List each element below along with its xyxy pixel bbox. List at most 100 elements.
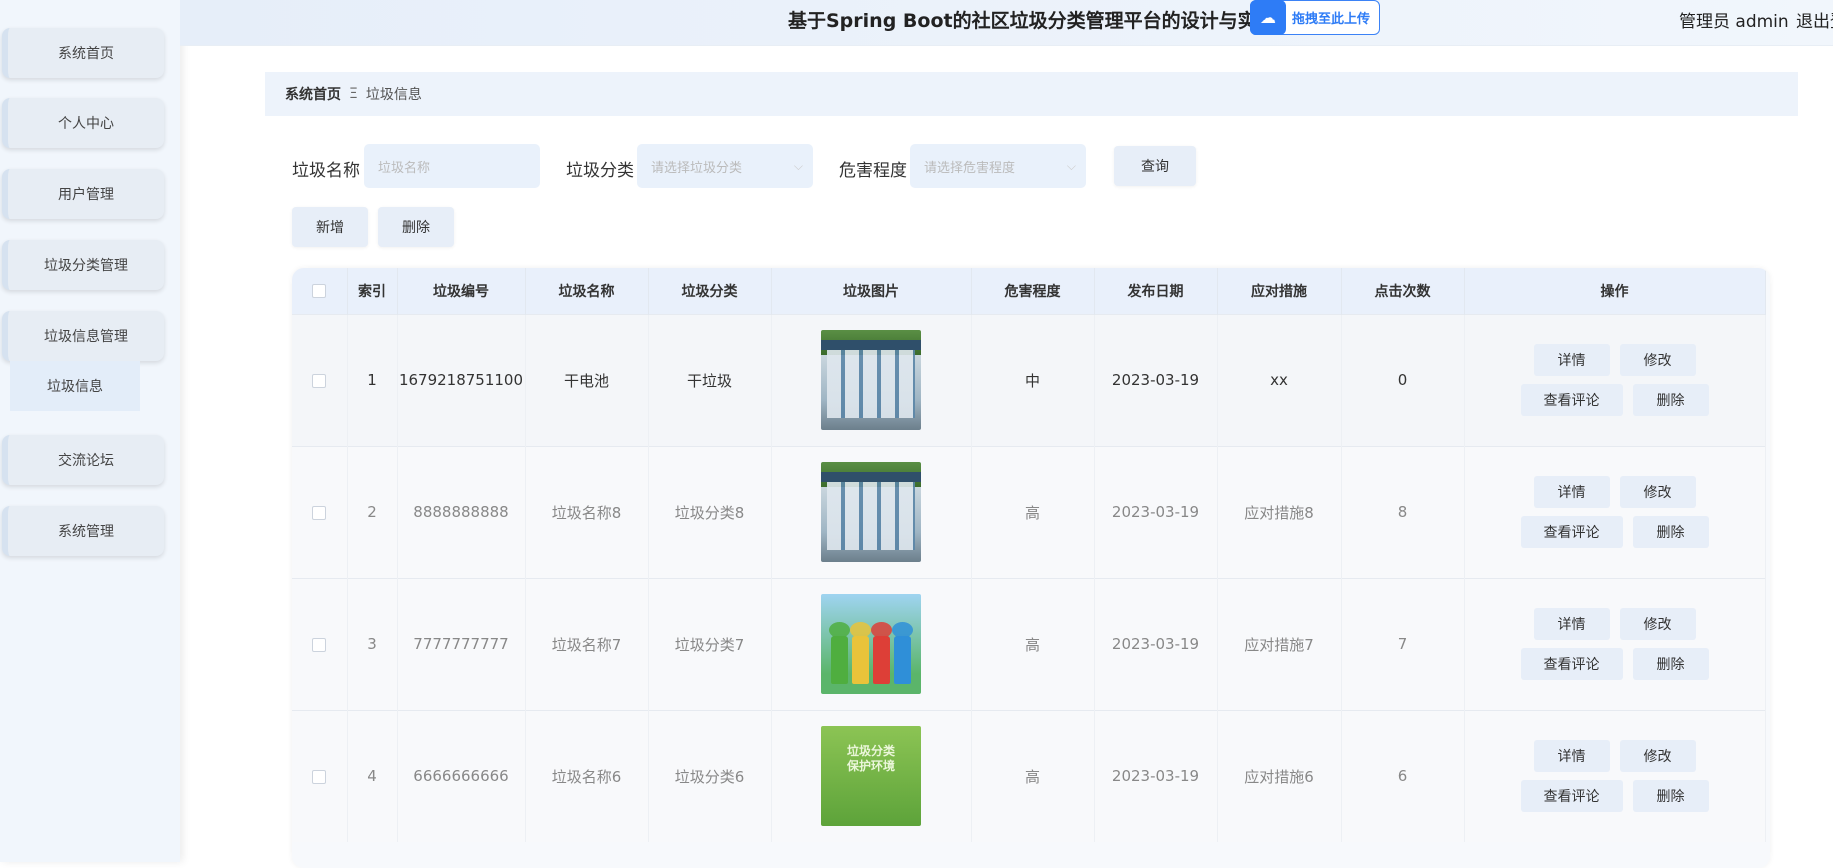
category-label: 垃圾分类 — [566, 161, 634, 181]
query-button[interactable]: 查询 — [1114, 146, 1196, 186]
index-cell: 3 — [347, 577, 398, 710]
name-cell: 垃圾名称6 — [525, 709, 649, 842]
detail-button[interactable]: 详情 — [1533, 608, 1610, 640]
row-delete-button[interactable]: 删除 — [1632, 384, 1709, 416]
cloud-icon: ☁ — [1250, 0, 1286, 35]
clicks-cell: 8 — [1341, 445, 1465, 578]
row-checkbox[interactable] — [312, 505, 327, 520]
code-cell: 6666666666 — [397, 709, 526, 842]
column-header: 操作 — [1464, 268, 1766, 314]
measure-cell: 应对措施8 — [1217, 445, 1342, 578]
edit-button[interactable]: 修改 — [1619, 740, 1696, 773]
column-header: 垃圾分类 — [648, 268, 772, 314]
name-cell: 干电池 — [525, 313, 649, 446]
hazard-cell: 高 — [971, 709, 1095, 842]
clicks-cell: 7 — [1341, 577, 1465, 710]
breadcrumb-separator: Ξ — [349, 86, 358, 102]
category-select[interactable]: 请选择垃圾分类 ⌵ — [637, 144, 813, 188]
detail-button[interactable]: 详情 — [1533, 740, 1610, 773]
hazard-placeholder: 请选择危害程度 — [924, 160, 1016, 176]
edit-button[interactable]: 修改 — [1619, 476, 1696, 508]
row-checkbox[interactable] — [312, 373, 327, 388]
view-comments-button[interactable]: 查看评论 — [1520, 516, 1623, 548]
index-cell: 2 — [347, 445, 398, 578]
poster-image: 垃圾分类 保护环境 — [821, 726, 921, 827]
row-select-cell — [292, 445, 348, 578]
clicks-cell: 6 — [1341, 709, 1465, 842]
hazard-cell: 中 — [971, 313, 1095, 446]
name-cell: 垃圾名称8 — [525, 445, 649, 578]
sidebar-item-users[interactable]: 用户管理 — [2, 169, 164, 219]
column-header: 垃圾图片 — [771, 268, 972, 314]
ops-cell: 详情 修改 查看评论 删除 — [1464, 313, 1766, 446]
category-cell: 垃圾分类8 — [648, 445, 772, 578]
row-select-cell — [292, 313, 348, 446]
date-cell: 2023-03-19 — [1094, 313, 1218, 446]
bin-shape — [892, 622, 913, 684]
measure-cell: 应对措施7 — [1217, 577, 1342, 710]
table-row: 4 6666666666 垃圾名称6 垃圾分类6 垃圾分类 保护环境 高 2023-03-19… — [292, 709, 1766, 842]
sidebar-item-profile[interactable]: 个人中心 — [2, 98, 164, 148]
edit-button[interactable]: 修改 — [1619, 344, 1696, 376]
breadcrumb-current: 垃圾信息 — [365, 87, 422, 103]
recycle-bins-image — [821, 594, 921, 694]
ops-cell: 详情 修改 查看评论 删除 — [1464, 709, 1766, 842]
upload-drop-button[interactable]: ☁ 拖拽至此上传 — [1250, 0, 1380, 35]
sidebar-subitem-info[interactable]: 垃圾信息 — [10, 361, 140, 411]
logout-link[interactable]: 退出登录 — [1796, 7, 1833, 32]
view-comments-button[interactable]: 查看评论 — [1520, 648, 1623, 680]
add-button-label: 新增 — [316, 220, 344, 236]
table-row: 2 8888888888 垃圾名称8 垃圾分类8 高 2023-03-19 应对措施8 8 详… — [292, 445, 1766, 578]
detail-button[interactable]: 详情 — [1533, 344, 1610, 376]
name-placeholder: 垃圾名称 — [378, 160, 431, 176]
breadcrumb: 系统首页 Ξ 垃圾信息 — [265, 72, 1798, 116]
image-cell — [771, 577, 972, 710]
bulk-delete-button[interactable]: 删除 — [378, 207, 454, 247]
add-button[interactable]: 新增 — [292, 207, 368, 247]
sidebar-item-category-mgmt[interactable]: 垃圾分类管理 — [2, 240, 164, 290]
index-cell: 4 — [347, 709, 398, 842]
code-cell: 1679218751100 — [397, 313, 526, 446]
category-cell: 垃圾分类7 — [648, 577, 772, 710]
detail-button[interactable]: 详情 — [1533, 476, 1610, 508]
column-header: 垃圾编号 — [397, 268, 526, 314]
measure-cell: 应对措施6 — [1217, 709, 1342, 842]
column-header: 垃圾名称 — [525, 268, 649, 314]
sidebar-item-label: 垃圾信息管理 — [44, 329, 128, 345]
code-cell: 7777777777 — [397, 577, 526, 710]
view-comments-button[interactable]: 查看评论 — [1520, 384, 1623, 416]
ops-cell: 详情 修改 查看评论 删除 — [1464, 445, 1766, 578]
garbage-station-image — [821, 462, 921, 562]
sidebar-item-forum[interactable]: 交流论坛 — [2, 435, 164, 485]
code-cell: 8888888888 — [397, 445, 526, 578]
select-all-checkbox[interactable] — [312, 283, 327, 298]
date-cell: 2023-03-19 — [1094, 709, 1218, 842]
hazard-select[interactable]: 请选择危害程度 ⌵ — [910, 144, 1086, 188]
sidebar: 系统首页 个人中心 用户管理 垃圾分类管理 垃圾信息管理 垃圾信息 交流论坛 系… — [0, 0, 180, 862]
chevron-down-icon: ⌵ — [1066, 158, 1076, 173]
sidebar-item-info-mgmt[interactable]: 垃圾信息管理 — [2, 311, 164, 361]
column-header: 应对措施 — [1217, 268, 1342, 314]
image-cell — [771, 445, 972, 578]
data-table: 索引 垃圾编号 垃圾名称 垃圾分类 垃圾图片 危害程度 发布日期 应对措施 点击… — [292, 268, 1770, 868]
row-checkbox[interactable] — [312, 769, 327, 784]
name-search-input[interactable]: 垃圾名称 — [364, 144, 540, 188]
poster-text: 垃圾分类 保护环境 — [846, 744, 895, 774]
bin-shape — [871, 622, 892, 684]
edit-button[interactable]: 修改 — [1619, 608, 1696, 640]
sidebar-item-system[interactable]: 系统管理 — [2, 506, 164, 556]
sidebar-item-label: 用户管理 — [58, 187, 114, 203]
breadcrumb-home[interactable]: 系统首页 — [285, 84, 341, 104]
row-delete-button[interactable]: 删除 — [1632, 648, 1709, 680]
garbage-station-image — [821, 330, 921, 430]
name-label: 垃圾名称 — [292, 161, 360, 181]
row-delete-button[interactable]: 删除 — [1632, 516, 1709, 548]
row-checkbox[interactable] — [312, 637, 327, 652]
view-comments-button[interactable]: 查看评论 — [1520, 780, 1623, 813]
table-row: 1 1679218751100 干电池 干垃圾 中 2023-03-19 xx 0 详情 修改… — [292, 313, 1766, 446]
column-header: 点击次数 — [1341, 268, 1465, 314]
index-cell: 1 — [347, 313, 398, 446]
row-delete-button[interactable]: 删除 — [1632, 780, 1709, 813]
sidebar-item-home[interactable]: 系统首页 — [2, 28, 164, 78]
upload-label: 拖拽至此上传 — [1292, 12, 1371, 27]
